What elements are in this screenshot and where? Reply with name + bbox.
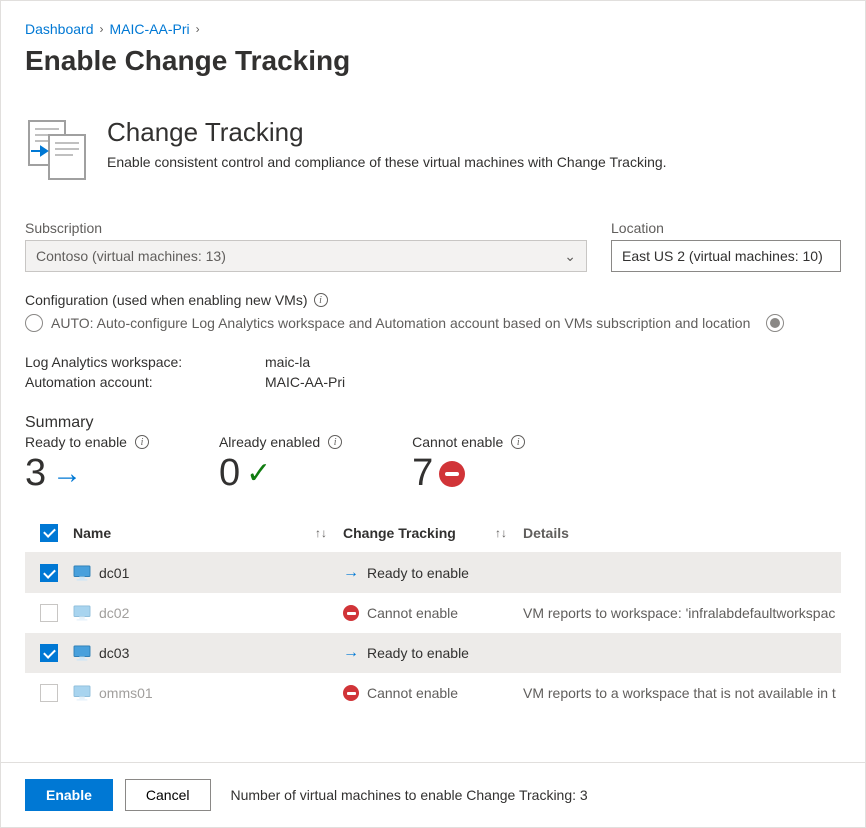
- chevron-down-icon: ⌄: [564, 248, 576, 265]
- summary-already-value: 0: [219, 452, 240, 495]
- table-row[interactable]: dc02 Cannot enable VM reports to workspace…: [25, 593, 841, 633]
- subscription-dropdown[interactable]: Contoso (virtual machines: 13) ⌄: [25, 240, 587, 272]
- footer-status: Number of virtual machines to enable Cha…: [231, 787, 588, 803]
- column-header-name[interactable]: Name: [73, 525, 111, 541]
- table-row[interactable]: omms01 Cannot enable VM reports to a works…: [25, 673, 841, 713]
- minus-circle-icon: [343, 605, 359, 621]
- location-value: East US 2 (virtual machines: 10): [622, 248, 823, 264]
- row-checkbox: [40, 604, 58, 622]
- automation-account-label: Automation account:: [25, 374, 265, 390]
- summary-ready-value: 3: [25, 452, 46, 495]
- table-row[interactable]: dc01 → Ready to enable: [25, 553, 841, 593]
- feature-description: Enable consistent control and compliance…: [107, 154, 667, 170]
- info-icon[interactable]: i: [511, 435, 525, 449]
- breadcrumb: Dashboard › MAIC-AA-Pri ›: [25, 21, 841, 37]
- column-header-status[interactable]: Change Tracking: [343, 525, 456, 541]
- row-checkbox: [40, 684, 58, 702]
- info-icon[interactable]: i: [135, 435, 149, 449]
- breadcrumb-link-dashboard[interactable]: Dashboard: [25, 21, 94, 37]
- cancel-button[interactable]: Cancel: [125, 779, 211, 811]
- vm-table: Name ↑↓ Change Tracking ↑↓ Details dc01 →…: [25, 513, 841, 713]
- log-analytics-workspace-label: Log Analytics workspace:: [25, 354, 265, 370]
- column-header-details[interactable]: Details: [523, 525, 569, 541]
- info-icon[interactable]: i: [328, 435, 342, 449]
- change-tracking-icon: [25, 117, 89, 184]
- automation-account-value: MAIC-AA-Pri: [265, 374, 345, 390]
- summary-label: Summary: [25, 414, 841, 432]
- row-checkbox[interactable]: [40, 564, 58, 582]
- summary-ready-label: Ready to enable: [25, 434, 127, 450]
- details-text: VM reports to workspace: 'infralabdefaul…: [523, 605, 835, 621]
- location-label: Location: [611, 220, 841, 236]
- location-dropdown[interactable]: East US 2 (virtual machines: 10): [611, 240, 841, 272]
- status-text: Ready to enable: [367, 645, 469, 661]
- radio-auto-label: AUTO: Auto-configure Log Analytics works…: [51, 315, 750, 331]
- info-icon[interactable]: i: [314, 293, 328, 307]
- feature-title: Change Tracking: [107, 117, 667, 148]
- chevron-right-icon: ›: [100, 22, 104, 36]
- vm-name: dc01: [99, 565, 129, 581]
- radio-custom[interactable]: [766, 314, 784, 332]
- configuration-label: Configuration (used when enabling new VM…: [25, 292, 308, 308]
- vm-name: dc02: [99, 605, 129, 621]
- sort-icon[interactable]: ↑↓: [315, 526, 327, 540]
- vm-name: omms01: [99, 685, 153, 701]
- select-all-checkbox[interactable]: [40, 524, 58, 542]
- vm-icon: [73, 565, 91, 581]
- status-text: Ready to enable: [367, 565, 469, 581]
- details-text: VM reports to a workspace that is not av…: [523, 685, 836, 701]
- chevron-right-icon: ›: [196, 22, 200, 36]
- status-text: Cannot enable: [367, 685, 458, 701]
- minus-circle-icon: [343, 685, 359, 701]
- status-text: Cannot enable: [367, 605, 458, 621]
- page-title: Enable Change Tracking: [25, 45, 841, 77]
- vm-icon: [73, 605, 91, 621]
- summary-cannot-label: Cannot enable: [412, 434, 503, 450]
- breadcrumb-link-resource[interactable]: MAIC-AA-Pri: [110, 21, 190, 37]
- arrow-right-icon: →: [343, 564, 359, 582]
- subscription-label: Subscription: [25, 220, 587, 236]
- vm-icon: [73, 685, 91, 701]
- enable-button[interactable]: Enable: [25, 779, 113, 811]
- summary-cannot-value: 7: [412, 452, 433, 495]
- minus-circle-icon: [439, 461, 465, 487]
- sort-icon[interactable]: ↑↓: [495, 526, 507, 540]
- vm-icon: [73, 645, 91, 661]
- row-checkbox[interactable]: [40, 644, 58, 662]
- checkmark-icon: ✓: [246, 456, 271, 491]
- arrow-right-icon: →: [52, 457, 82, 491]
- subscription-value: Contoso (virtual machines: 13): [36, 248, 226, 264]
- arrow-right-icon: →: [343, 644, 359, 662]
- vm-name: dc03: [99, 645, 129, 661]
- summary-already-label: Already enabled: [219, 434, 320, 450]
- log-analytics-workspace-value: maic-la: [265, 354, 310, 370]
- radio-auto[interactable]: [25, 314, 43, 332]
- table-row[interactable]: dc03 → Ready to enable: [25, 633, 841, 673]
